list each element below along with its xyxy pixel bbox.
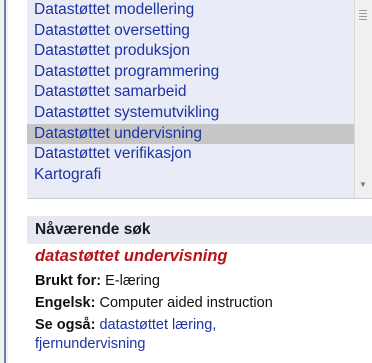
term-list: Datastøttet modellering Datastøttet over… [27, 0, 355, 185]
list-item[interactable]: Datastøttet samarbeid [27, 82, 355, 103]
list-item[interactable]: Datastøttet verifikasjon [27, 144, 355, 165]
list-scrollbar[interactable]: ▼ [354, 0, 372, 198]
list-item[interactable]: Datastøttet oversetting [27, 21, 355, 42]
scroll-grip-icon[interactable] [359, 10, 367, 22]
english-value: Computer aided instruction [99, 295, 273, 311]
see-also-row-2: fjernundervisning [35, 333, 365, 355]
scroll-down-arrow-icon[interactable]: ▼ [358, 180, 368, 190]
list-item[interactable]: Kartografi [27, 165, 355, 186]
list-item[interactable]: Datastøttet systemutvikling [27, 103, 355, 124]
left-border-line [4, 0, 6, 363]
left-border [0, 0, 8, 363]
list-item[interactable]: Datastøttet modellering [27, 0, 355, 21]
list-item-selected[interactable]: Datastøttet undervisning [27, 123, 355, 145]
current-search-header: Nåværende søk [27, 216, 372, 244]
see-also-label: Se også: [35, 317, 96, 333]
english-row: Engelsk: Computer aided instruction [35, 292, 365, 314]
used-for-value: E-læring [105, 273, 160, 289]
list-item[interactable]: Datastøttet produksjon [27, 41, 355, 62]
english-label: Engelsk: [35, 295, 96, 311]
used-for-row: Brukt for: E-læring [35, 270, 365, 292]
current-term: datastøttet undervisning [35, 247, 228, 265]
term-detail: datastøttet undervisning Brukt for: E-læ… [35, 247, 365, 355]
list-item[interactable]: Datastøttet programmering [27, 62, 355, 83]
see-also-link[interactable]: datastøttet læring, [99, 317, 216, 333]
term-list-panel: Datastøttet modellering Datastøttet over… [27, 0, 372, 199]
used-for-label: Brukt for: [35, 273, 102, 289]
see-also-link[interactable]: fjernundervisning [35, 336, 145, 352]
